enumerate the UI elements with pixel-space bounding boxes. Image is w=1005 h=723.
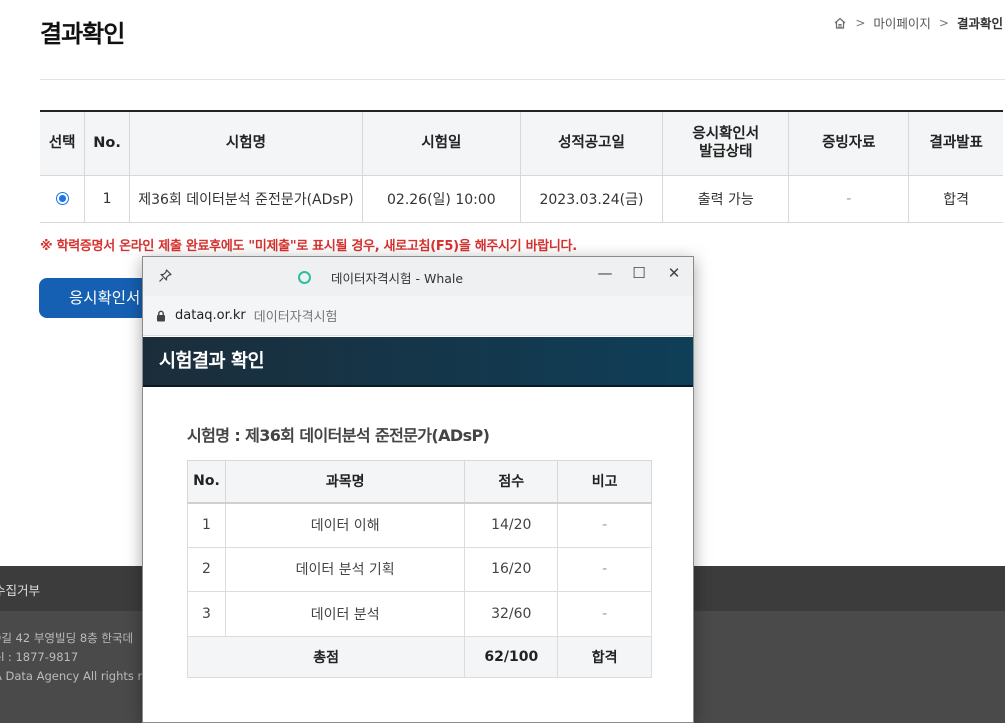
pin-icon[interactable]: [157, 268, 173, 284]
popup-window-title: 데이터자격시험 - Whale: [331, 271, 464, 286]
footer-link-email-refusal[interactable]: 수집거부: [0, 580, 40, 599]
header-no: No.: [84, 110, 130, 176]
row-exam-name: 제36회 데이터분석 준전문가(ADsP): [128, 175, 363, 223]
row-evidence: -: [788, 175, 909, 223]
row-result: 합격: [908, 175, 1003, 223]
page-title: 결과확인: [40, 20, 125, 48]
whale-icon: [298, 271, 311, 284]
lock-icon: [157, 310, 165, 321]
score-subject: 데이터 이해: [224, 502, 466, 548]
footer-copyright: A Data Agency All rights res: [0, 669, 156, 683]
breadcrumb-current: 결과확인: [956, 16, 1003, 31]
row-no: 1: [84, 175, 130, 223]
total-label: 총점: [186, 635, 466, 678]
breadcrumb-separator: >: [938, 15, 949, 30]
table-row: 2 데이터 분석 기획 16/20 -: [187, 546, 652, 592]
address-domain[interactable]: dataq.or.kr: [175, 308, 246, 323]
score-no: 1: [187, 502, 226, 548]
footer-address: 9길 42 부영빌딩 8층 한국데: [0, 631, 134, 645]
minimize-icon[interactable]: —: [591, 262, 619, 284]
header-announce-date: 성적공고일: [519, 110, 663, 176]
scores-table: No. 과목명 점수 비고 1 데이터 이해 14/20 - 2 데이터 분석 …: [186, 460, 652, 678]
popup-title: 데이터자격시험 - Whale: [298, 268, 463, 287]
address-page-title: 데이터자격시험: [253, 310, 338, 325]
score-header-subject: 과목명: [224, 460, 466, 504]
exam-name: 시험명 : 제36회 데이터분석 준전문가(ADsP): [187, 426, 490, 445]
scores-header-row: No. 과목명 점수 비고: [187, 460, 652, 504]
breadcrumb: > 마이페이지 > 결과확인: [833, 13, 1003, 32]
maximize-icon[interactable]: ☐: [625, 262, 653, 284]
score-header-note: 비고: [557, 460, 652, 504]
score-header-no: No.: [187, 460, 226, 504]
score-note: -: [557, 591, 652, 637]
breadcrumb-separator: >: [855, 15, 866, 30]
table-row: 1 데이터 이해 14/20 -: [187, 502, 652, 548]
table-row: 3 데이터 분석 32/60 -: [187, 591, 652, 637]
score-no: 3: [187, 591, 226, 637]
row-exam-date: 02.26(일) 10:00: [362, 175, 521, 223]
score-no: 2: [187, 546, 226, 592]
breadcrumb-mypage[interactable]: 마이페이지: [873, 13, 931, 32]
row-announce-date: 2023.03.24(금): [519, 175, 663, 223]
score-header-score: 점수: [464, 460, 559, 504]
score-value: 16/20: [464, 546, 559, 592]
header-exam-name: 시험명: [128, 110, 363, 176]
row-certificate-status: 출력 가능: [662, 175, 789, 223]
total-row: 총점 62/100 합격: [186, 635, 652, 678]
close-icon[interactable]: ✕: [660, 262, 688, 284]
footer-phone: el : 1877-9817: [0, 650, 79, 664]
header-evidence: 증빙자료: [788, 110, 909, 176]
table-row: 1 제36회 데이터분석 준전문가(ADsP) 02.26(일) 10:00 2…: [40, 175, 1003, 223]
popup-header: 시험결과 확인: [143, 337, 693, 387]
home-icon[interactable]: [833, 16, 847, 30]
score-note: -: [557, 502, 652, 548]
results-table: 선택 No. 시험명 시험일 성적공고일 응시확인서 발급상태 증빙자료 결과발…: [40, 110, 1003, 223]
address-bar: dataq.or.kr 데이터자격시험: [143, 296, 693, 336]
score-subject: 데이터 분석 기획: [224, 546, 466, 592]
header-select: 선택: [40, 110, 85, 176]
page: 결과확인 > 마이페이지 > 결과확인 선택 No. 시험명 시험일 성적공고일…: [0, 0, 1005, 723]
score-value: 14/20: [464, 502, 559, 548]
total-result: 합격: [557, 635, 652, 678]
notice-text: ※ 학력증명서 온라인 제출 완료후에도 "미제출"로 표시될 경우, 새로고침…: [40, 239, 577, 254]
header-certificate-status: 응시확인서 발급상태: [662, 110, 789, 176]
table-header-row: 선택 No. 시험명 시험일 성적공고일 응시확인서 발급상태 증빙자료 결과발…: [40, 110, 1003, 176]
select-radio[interactable]: [55, 192, 69, 205]
header-divider: [40, 79, 1005, 80]
score-note: -: [557, 546, 652, 592]
score-subject: 데이터 분석: [224, 591, 466, 637]
popup-window: 데이터자격시험 - Whale — ☐ ✕ dataq.or.kr 데이터자격시…: [142, 256, 694, 723]
popup-titlebar[interactable]: 데이터자격시험 - Whale — ☐ ✕: [143, 257, 693, 296]
header-result: 결과발표: [908, 110, 1003, 176]
header-exam-date: 시험일: [362, 110, 521, 176]
select-cell: [40, 175, 85, 223]
total-score: 62/100: [464, 635, 559, 678]
score-value: 32/60: [464, 591, 559, 637]
